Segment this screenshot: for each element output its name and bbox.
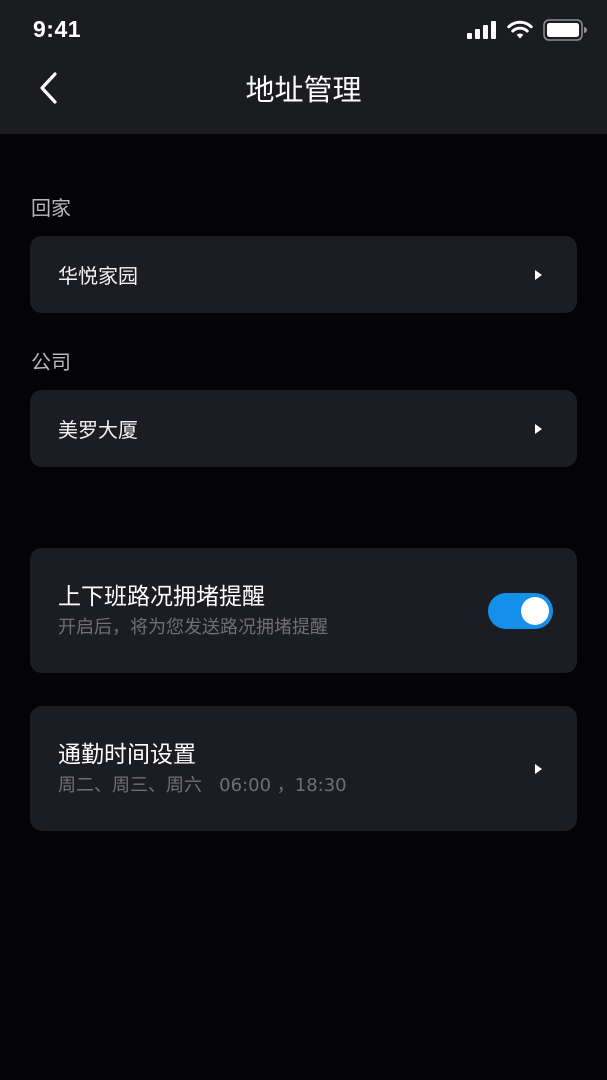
- commute-time-subtitle: 周二、周三、周六 06:00 ，18:30: [58, 774, 347, 796]
- company-address-text: 美罗大厦: [58, 418, 138, 442]
- header: 9:41 地址管理: [0, 0, 607, 134]
- congestion-reminder-title: 上下班路况拥堵提醒: [58, 583, 265, 610]
- congestion-reminder-toggle[interactable]: [488, 592, 553, 629]
- commute-time-text: 通勤时间设置 周二、周三、周六 06:00 ，18:30: [58, 739, 535, 799]
- home-address-row[interactable]: 华悦家园: [30, 236, 577, 313]
- commute-time-title: 通勤时间设置: [58, 741, 196, 768]
- congestion-reminder-subtitle: 开启后，将为您发送路况拥堵提醒: [58, 616, 328, 638]
- caret-right-icon: [535, 423, 542, 434]
- caret-right-icon: [535, 763, 542, 774]
- commute-time-row[interactable]: 通勤时间设置 周二、周三、周六 06:00 ，18:30: [30, 706, 577, 831]
- page-title: 地址管理: [245, 73, 362, 107]
- signal-icon: [467, 21, 497, 39]
- battery-icon: [543, 19, 587, 41]
- status-icons: [467, 16, 587, 44]
- congestion-reminder-card: 上下班路况拥堵提醒 开启后，将为您发送路况拥堵提醒: [30, 548, 577, 673]
- wifi-icon: [507, 20, 533, 40]
- company-section-label: 公司: [31, 350, 71, 374]
- home-address-text: 华悦家园: [58, 264, 138, 288]
- company-address-row[interactable]: 美罗大厦: [30, 390, 577, 467]
- caret-right-icon: [535, 269, 542, 280]
- home-section-label: 回家: [31, 196, 71, 220]
- address-management-screen: 9:41 地址管理 回家 华悦家园 公司 美罗大厦 上下班路况拥堵提醒 开启后，…: [0, 0, 607, 1080]
- congestion-reminder-text: 上下班路况拥堵提醒 开启后，将为您发送路况拥堵提醒: [58, 581, 488, 641]
- status-time: 9:41: [33, 16, 82, 42]
- toggle-knob: [521, 596, 549, 625]
